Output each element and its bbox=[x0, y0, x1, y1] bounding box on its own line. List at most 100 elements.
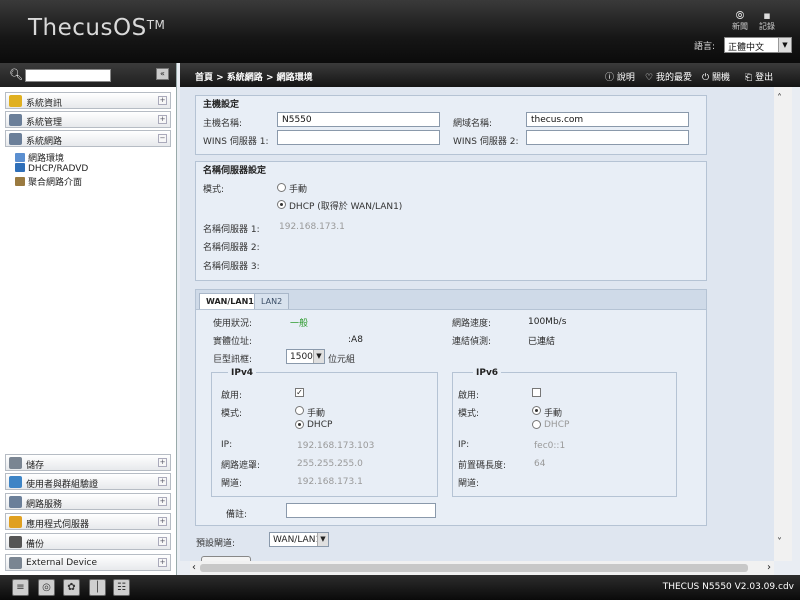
dns-manual-radio[interactable] bbox=[277, 183, 286, 192]
wins1-input[interactable] bbox=[277, 130, 440, 145]
horizontal-scroll-thumb[interactable] bbox=[200, 564, 748, 572]
host-settings-legend: 主機設定 bbox=[203, 100, 240, 110]
scroll-left-icon[interactable]: ‹ bbox=[192, 562, 196, 573]
rss-icon: ⦾ bbox=[735, 9, 745, 22]
sidebar-item-system-network[interactable]: 系統網路 − bbox=[5, 130, 171, 147]
domain-label: 網域名稱: bbox=[453, 119, 493, 129]
ipv6-ip-value: fec0::1 bbox=[534, 441, 566, 451]
dns3-label: 名稱伺服器 3: bbox=[203, 262, 260, 272]
dns-settings-legend: 名稱伺服器設定 bbox=[203, 166, 267, 176]
sidebar-item-system-info[interactable]: 系統資訊 + bbox=[5, 92, 171, 109]
ipv6-dhcp-label: DHCP bbox=[544, 420, 570, 430]
ipv6-prefix-value: 64 bbox=[534, 459, 546, 469]
ipv4-dhcp-label: DHCP bbox=[307, 420, 333, 430]
ipv4-netmask-label: 網路遮罩: bbox=[221, 461, 261, 471]
sidebar-item-external-device[interactable]: External Device + bbox=[5, 554, 171, 571]
storage-icon bbox=[9, 457, 22, 469]
default-gateway-select[interactable]: WAN/LAN1 ▼ bbox=[269, 532, 329, 547]
jumbo-frame-label: 巨型訊框: bbox=[213, 355, 253, 365]
speed-label: 網路速度: bbox=[452, 319, 492, 329]
help-button[interactable]: ⓘ 說明 bbox=[605, 70, 635, 83]
horizontal-scrollbar[interactable]: ‹ › bbox=[190, 561, 774, 575]
mac-label: 實體位址: bbox=[213, 337, 253, 347]
ipv6-dhcp-radio[interactable] bbox=[532, 420, 541, 429]
ipv4-manual-radio[interactable] bbox=[295, 406, 304, 415]
temperature-icon[interactable]: │ bbox=[89, 579, 106, 596]
ipv4-dhcp-radio[interactable] bbox=[295, 420, 304, 429]
ipv4-enable-checkbox[interactable]: ✓ bbox=[295, 388, 304, 397]
expand-icon[interactable]: + bbox=[158, 458, 167, 467]
log-button[interactable]: ▪ 記錄 bbox=[756, 9, 778, 32]
server-icon[interactable]: ≡ bbox=[12, 579, 29, 596]
firmware-version: THECUS N5550 V2.03.09.cdv bbox=[662, 582, 794, 592]
expand-icon[interactable]: + bbox=[158, 517, 167, 526]
ipv4-ip-value: 192.168.173.103 bbox=[297, 441, 375, 451]
jumbo-unit: 位元組 bbox=[328, 355, 356, 365]
sidebar-subitem-link-aggregation[interactable]: 聚合網路介面 bbox=[15, 175, 82, 188]
mac-value: :A8 bbox=[348, 335, 363, 345]
host-settings-section: 主機設定 主機名稱: N5550 網域名稱: thecus.com WINS 伺… bbox=[195, 95, 707, 155]
news-button[interactable]: ⦾ 新聞 bbox=[729, 9, 751, 32]
jumbo-frame-select[interactable]: 1500 ▼ bbox=[286, 349, 325, 364]
note-input[interactable] bbox=[286, 503, 436, 518]
chevron-down-icon: ▼ bbox=[313, 350, 324, 363]
heart-icon: ♡ bbox=[645, 73, 654, 83]
expand-icon[interactable]: + bbox=[158, 497, 167, 506]
tab-lan2[interactable]: LAN2 bbox=[254, 293, 290, 310]
fan-icon[interactable]: ✿ bbox=[63, 579, 80, 596]
network-status-icon[interactable]: ☷ bbox=[113, 579, 130, 596]
sidebar-item-backup[interactable]: 備份 + bbox=[5, 533, 171, 550]
main-toolbar: 首頁 > 系統網路 > 網路環境 ⓘ 說明 ♡ 我的最愛 ⏻ 關機 ⎗ 登出 bbox=[180, 63, 800, 87]
hostname-input[interactable]: N5550 bbox=[277, 112, 440, 127]
expand-icon[interactable]: + bbox=[158, 477, 167, 486]
ipv4-gateway-value: 192.168.173.1 bbox=[297, 477, 363, 487]
sidebar: 🔍︎ « 系統資訊 + 系統管理 + 系統網路 − 網路環境 DHCP/RADV… bbox=[0, 63, 177, 575]
sidebar-item-network-service[interactable]: 網路服務 + bbox=[5, 493, 171, 510]
wan-lan1-panel: 使用狀況: 一般 網路速度: 100Mb/s 實體位址: :A8 連結偵測: 已… bbox=[195, 309, 707, 526]
dns-dhcp-radio[interactable] bbox=[277, 200, 286, 209]
users-icon bbox=[9, 476, 22, 488]
logout-button[interactable]: ⎗ 登出 bbox=[745, 70, 773, 83]
sidebar-item-storage[interactable]: 儲存 + bbox=[5, 454, 171, 471]
ipv6-prefix-label: 前置碼長度: bbox=[458, 461, 507, 471]
search-icon: 🔍︎ bbox=[9, 68, 23, 81]
ipv6-enable-checkbox[interactable] bbox=[532, 388, 541, 397]
wins2-label: WINS 伺服器 2: bbox=[453, 137, 519, 147]
expand-icon[interactable]: + bbox=[158, 115, 167, 124]
domain-input[interactable]: thecus.com bbox=[526, 112, 689, 127]
power-icon: ⏻ bbox=[702, 73, 710, 83]
language-select[interactable]: 正體中文 ▼ bbox=[724, 37, 792, 53]
sidebar-item-system-management[interactable]: 系統管理 + bbox=[5, 111, 171, 128]
search-input[interactable] bbox=[25, 69, 111, 82]
scroll-up-icon[interactable]: ˄ bbox=[777, 93, 782, 104]
disk-icon[interactable]: ◎ bbox=[38, 579, 55, 596]
sidebar-subitem-dhcp-radvd[interactable]: DHCP/RADVD bbox=[15, 163, 88, 174]
info-icon bbox=[9, 95, 22, 107]
tab-wan-lan1[interactable]: WAN/LAN1 bbox=[199, 293, 261, 310]
status-label: 使用狀況: bbox=[213, 319, 253, 329]
favorites-button[interactable]: ♡ 我的最愛 bbox=[645, 70, 692, 83]
application-icon bbox=[9, 516, 22, 528]
collapse-sidebar-button[interactable]: « bbox=[156, 68, 169, 80]
sidebar-search-bar: 🔍︎ « bbox=[0, 63, 176, 87]
scroll-down-icon[interactable]: ˅ bbox=[777, 537, 782, 548]
wins2-input[interactable] bbox=[526, 130, 689, 145]
scroll-right-icon[interactable]: › bbox=[767, 562, 771, 573]
external-device-icon bbox=[9, 557, 22, 569]
expand-icon[interactable]: + bbox=[158, 96, 167, 105]
sidebar-item-user-group-auth[interactable]: 使用者與群組驗證 + bbox=[5, 473, 171, 490]
expand-icon[interactable]: + bbox=[158, 537, 167, 546]
ipv6-legend: IPv6 bbox=[473, 368, 502, 378]
dns1-value: 192.168.173.1 bbox=[279, 222, 345, 232]
ipv6-manual-radio[interactable] bbox=[532, 406, 541, 415]
sidebar-item-application-server[interactable]: 應用程式伺服器 + bbox=[5, 513, 171, 530]
link-aggregation-icon bbox=[15, 177, 25, 186]
expand-icon[interactable]: + bbox=[158, 558, 167, 567]
ipv6-enable-label: 啟用: bbox=[458, 391, 480, 401]
logout-icon: ⎗ bbox=[745, 73, 753, 83]
vertical-scrollbar[interactable]: ˄ ˅ bbox=[774, 87, 792, 561]
collapse-icon[interactable]: − bbox=[158, 134, 167, 143]
ipv4-ip-label: IP: bbox=[221, 440, 233, 450]
shutdown-button[interactable]: ⏻ 關機 bbox=[702, 70, 730, 83]
hostname-label: 主機名稱: bbox=[203, 119, 243, 129]
